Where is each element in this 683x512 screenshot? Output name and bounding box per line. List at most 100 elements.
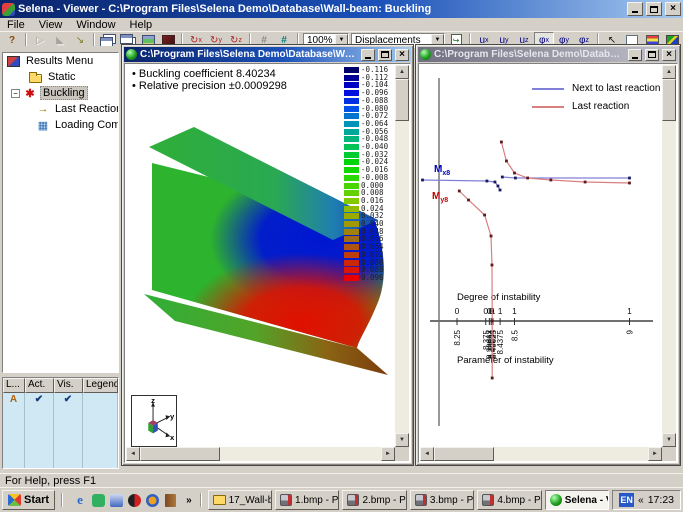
scroll-right-icon[interactable]: ►	[648, 447, 662, 461]
quick-launch-overflow-chevron[interactable]: »	[184, 495, 194, 506]
layer-cell-active-check[interactable]: ✔	[25, 393, 54, 468]
tray-chevron[interactable]: «	[638, 495, 644, 506]
scroll-thumb[interactable]	[434, 447, 494, 461]
model-horizontal-scrollbar[interactable]: ◄ ►	[126, 447, 395, 461]
scale-swatch	[344, 236, 359, 242]
menu-file[interactable]: File	[0, 19, 32, 31]
scale-swatch	[344, 113, 359, 119]
tree-item-last-reaction[interactable]: → Last Reaction	[3, 101, 118, 117]
scroll-thumb[interactable]	[662, 79, 676, 121]
menu-window[interactable]: Window	[69, 19, 122, 31]
menubar: File View Window Help	[0, 18, 683, 31]
scale-swatch	[344, 152, 359, 158]
layers-header-visible[interactable]: Vis.	[54, 378, 83, 393]
desktop: Selena - Viewer - C:\Program Files\Selen…	[0, 0, 683, 512]
scale-swatch	[344, 206, 359, 212]
probe-tool-icon: ↘	[76, 35, 84, 46]
task-button-3-bmp-paint[interactable]: 3.bmp - Paint	[410, 490, 474, 510]
combination-icon: ▦	[37, 119, 49, 132]
scroll-thumb[interactable]	[140, 447, 220, 461]
model-vertical-scrollbar[interactable]: ▲ ▼	[395, 65, 409, 447]
task-button-selena-view-[interactable]: Selena - View...	[545, 490, 609, 510]
scale-swatch	[344, 90, 359, 96]
scrollbar-corner	[395, 447, 409, 461]
task-label: 3.bmp - Paint	[430, 495, 474, 506]
collapse-box-icon[interactable]: −	[11, 89, 20, 98]
player-icon[interactable]	[145, 493, 159, 507]
scale-value: 0.096	[361, 275, 384, 281]
model-window: C:\Program Files\Selena Demo\Database\Wa…	[121, 44, 414, 466]
ie-icon: e	[77, 492, 83, 508]
task-label: 17_Wall-beam	[229, 495, 272, 506]
scale-swatch	[344, 213, 359, 219]
child-minimize-button[interactable]	[628, 49, 642, 61]
layers-header-legend[interactable]: Legend	[83, 378, 118, 393]
chart-horizontal-scrollbar[interactable]: ◄ ►	[420, 447, 662, 461]
menu-help[interactable]: Help	[123, 19, 160, 31]
notes-icon[interactable]	[163, 493, 177, 507]
task-label: 1.bmp - Paint	[295, 495, 339, 506]
scale-swatch	[344, 121, 359, 127]
scroll-right-icon[interactable]: ►	[381, 447, 395, 461]
minimize-button[interactable]	[627, 2, 643, 16]
results-menu-icon	[7, 56, 20, 67]
task-button-2-bmp-paint[interactable]: 2.bmp - Paint	[342, 490, 406, 510]
close-button[interactable]: ×	[665, 2, 681, 16]
svg-text:1: 1	[512, 306, 517, 316]
tree-item-buckling[interactable]: − ✱ Buckling	[3, 85, 118, 101]
task-button-1-bmp-paint[interactable]: 1.bmp - Paint	[275, 490, 339, 510]
scale-swatch	[344, 244, 359, 250]
toolbar-separator	[22, 33, 30, 47]
task-button-4-bmp-paint[interactable]: 4.bmp - Paint	[477, 490, 541, 510]
chart-window: C:\Program Files\Selena Demo\Database\Wa…	[415, 44, 681, 466]
scale-swatch	[344, 183, 359, 189]
child-close-button[interactable]: ×	[662, 49, 676, 61]
child-maximize-button[interactable]	[645, 49, 659, 61]
outlook-icon[interactable]	[109, 493, 123, 507]
scroll-left-icon[interactable]: ◄	[126, 447, 140, 461]
child-minimize-button[interactable]	[361, 49, 375, 61]
layer-cell-visible-check[interactable]: ✔	[54, 393, 83, 468]
scale-swatch	[344, 260, 359, 266]
scroll-left-icon[interactable]: ◄	[420, 447, 434, 461]
mx8-series-label: Mx8	[434, 164, 450, 177]
model-window-title: C:\Program Files\Selena Demo\Database\Wa…	[140, 49, 358, 60]
scroll-up-icon[interactable]: ▲	[395, 65, 409, 79]
scroll-down-icon[interactable]: ▼	[662, 433, 676, 447]
chart-vertical-scrollbar[interactable]: ▲ ▼	[662, 65, 676, 447]
tree-item-loading-combination[interactable]: ▦ Loading Combination	[3, 117, 118, 133]
results-tree: Results Menu Static − ✱ Buckling → Last …	[2, 52, 119, 373]
tree-item-results-menu[interactable]: Results Menu	[3, 53, 118, 69]
messenger-icon[interactable]	[91, 493, 105, 507]
chart-window-titlebar[interactable]: C:\Program Files\Selena Demo\Database\Wa…	[418, 47, 678, 62]
paint-icon	[415, 494, 427, 506]
maximize-button[interactable]	[646, 2, 662, 16]
scroll-up-icon[interactable]: ▲	[662, 65, 676, 79]
layers-header-active[interactable]: Act.	[25, 378, 54, 393]
media-icon[interactable]	[127, 493, 141, 507]
document-icon	[420, 49, 431, 60]
menu-view[interactable]: View	[32, 19, 70, 31]
status-text: For Help, press F1	[5, 475, 96, 487]
color-scale-row: -0.088	[344, 98, 393, 104]
selena-app-icon	[2, 3, 15, 16]
parameter-axis-title: Parameter of instability	[457, 355, 554, 366]
start-button[interactable]: Start	[2, 490, 55, 510]
task-button-17-wall-beam[interactable]: 17_Wall-beam	[208, 490, 272, 510]
layer-cell-name[interactable]: A	[3, 393, 25, 468]
child-close-button[interactable]: ×	[395, 49, 409, 61]
model-window-titlebar[interactable]: C:\Program Files\Selena Demo\Database\Wa…	[124, 47, 411, 62]
ie-icon[interactable]: e	[73, 493, 87, 507]
toolbar-separator	[90, 33, 98, 47]
scroll-down-icon[interactable]: ▼	[395, 433, 409, 447]
scale-swatch	[344, 275, 359, 281]
scroll-thumb[interactable]	[395, 79, 409, 121]
main-titlebar[interactable]: Selena - Viewer - C:\Program Files\Selen…	[0, 0, 683, 18]
layers-header-layer[interactable]: L...	[3, 378, 25, 393]
language-indicator[interactable]: EN	[619, 493, 634, 507]
scrollbar-corner	[662, 447, 676, 461]
scale-swatch	[344, 190, 359, 196]
tree-item-static[interactable]: Static	[3, 69, 118, 85]
scale-swatch	[344, 67, 359, 73]
child-maximize-button[interactable]	[378, 49, 392, 61]
